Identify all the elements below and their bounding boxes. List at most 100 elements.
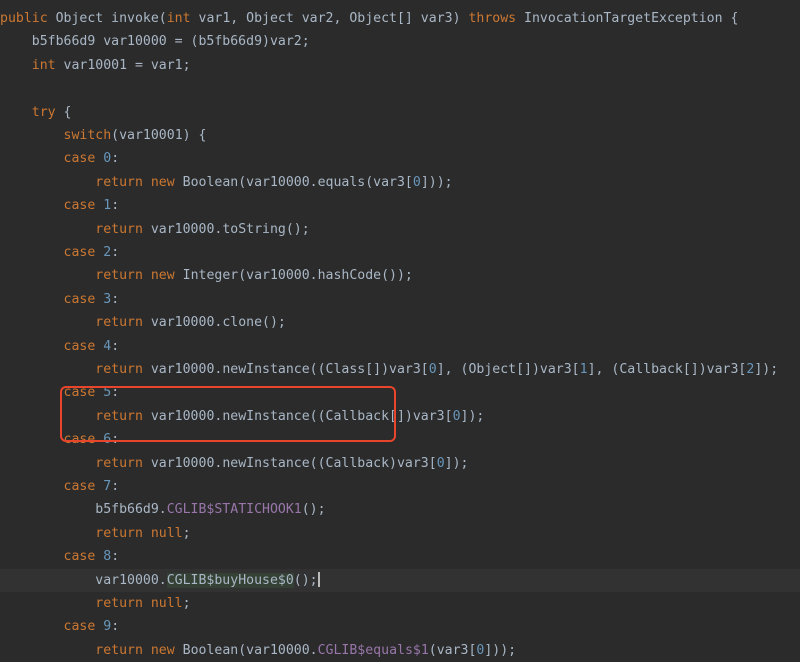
code-token: return null xyxy=(95,596,183,611)
code-token: return xyxy=(95,221,143,237)
code-token: 4 xyxy=(103,338,112,354)
code-token: case xyxy=(63,549,96,565)
code-token: return xyxy=(95,455,143,471)
code-token: ]); xyxy=(754,362,779,377)
code-token: 0 xyxy=(452,408,461,424)
code-line[interactable]: return null; xyxy=(0,522,800,545)
code-line[interactable]: b5fb66d9 var10000 = (b5fb66d9)var2; xyxy=(0,30,800,53)
code-line[interactable]: b5fb66d9.CGLIB$STATICHOOK1(); xyxy=(0,498,800,521)
code-line[interactable]: case 9: xyxy=(0,615,800,638)
code-token: case xyxy=(63,479,96,494)
code-line[interactable]: switch(var10001) { xyxy=(0,124,800,147)
code-token: 0 xyxy=(476,642,485,658)
code-token: switch xyxy=(63,128,112,143)
code-line[interactable]: public Object invoke(int var1, Object va… xyxy=(0,7,800,30)
code-line[interactable]: int var10001 = var1; xyxy=(0,54,800,77)
code-token: case xyxy=(63,291,96,307)
code-token: CGLIB$equals$1 xyxy=(317,642,429,658)
code-line[interactable]: return new Boolean(var10000.equals(var3[… xyxy=(0,171,800,194)
code-token: 1 xyxy=(579,362,588,377)
code-token: : xyxy=(111,198,120,214)
code-line[interactable]: return var10000.toString(); xyxy=(0,218,800,241)
code-token: int xyxy=(166,11,191,26)
code-token: 0 xyxy=(436,455,445,471)
code-token: return new xyxy=(95,642,175,658)
code-token: ]); xyxy=(460,408,485,424)
annotation-highlight-box xyxy=(60,386,396,442)
code-token: ; xyxy=(182,596,191,611)
code-line[interactable]: return var10000.clone(); xyxy=(0,311,800,334)
code-line[interactable]: case 3: xyxy=(0,288,800,311)
code-token: return new xyxy=(95,174,175,190)
code-token: 2 xyxy=(103,245,112,260)
code-line[interactable]: return new Integer(var10000.hashCode()); xyxy=(0,264,800,287)
text-caret xyxy=(317,572,320,588)
code-token: (var3[ xyxy=(428,642,477,658)
code-token: var10000.toString(); xyxy=(142,221,310,237)
code-token: { xyxy=(55,104,72,120)
code-token: ])); xyxy=(420,174,453,190)
code-token: 0 xyxy=(428,362,437,377)
code-token: : xyxy=(111,479,120,494)
code-line[interactable]: return var10000.newInstance((Callback)va… xyxy=(0,452,800,475)
code-token: : xyxy=(111,245,120,260)
code-line[interactable]: case 8: xyxy=(0,545,800,568)
code-token: public xyxy=(0,11,48,26)
code-token: Object invoke( xyxy=(47,11,167,26)
code-line[interactable]: case 1: xyxy=(0,194,800,217)
code-token: var10000.newInstance((Callback)var3[ xyxy=(142,455,437,471)
code-line[interactable]: case 0: xyxy=(0,147,800,170)
highlighted-method-reference: CGLIB$buyHouse$0 xyxy=(166,572,294,588)
code-line[interactable]: case 2: xyxy=(0,241,800,264)
code-token: ; xyxy=(182,525,191,541)
code-token: var10001 = var1; xyxy=(55,57,191,73)
code-token: Integer(var10000.hashCode()); xyxy=(174,268,413,284)
code-line[interactable]: case 4: xyxy=(0,335,800,358)
code-token: Boolean(var10000. xyxy=(174,642,318,658)
code-token: case xyxy=(63,245,96,260)
code-token: Boolean(var10000.equals(var3[ xyxy=(174,174,413,190)
code-line[interactable]: case 7: xyxy=(0,475,800,498)
code-token: return null xyxy=(95,525,183,541)
code-token: case xyxy=(63,619,96,635)
code-token: 9 xyxy=(103,619,112,635)
code-line[interactable]: try { xyxy=(0,101,800,124)
code-token: 3 xyxy=(103,291,112,307)
code-line[interactable]: var10000.CGLIB$buyHouse$0(); xyxy=(0,568,800,592)
code-editor[interactable]: public Object invoke(int var1, Object va… xyxy=(0,0,800,658)
code-token: return new xyxy=(95,268,175,284)
code-line[interactable] xyxy=(0,77,800,100)
code-token: ], (Callback[])var3[ xyxy=(587,362,747,377)
code-token: case xyxy=(63,151,96,167)
code-token: b5fb66d9. xyxy=(0,502,167,518)
code-token: InvocationTargetException { xyxy=(516,11,739,26)
code-line[interactable]: return new Boolean(var10000.CGLIB$equals… xyxy=(0,639,800,662)
code-token: : xyxy=(111,549,120,565)
code-line[interactable]: return var10000.newInstance((Class[])var… xyxy=(0,358,800,381)
code-token: var10000.newInstance((Class[])var3[ xyxy=(142,362,429,377)
code-token: (var10001) { xyxy=(111,128,207,143)
code-token: b5fb66d9 var10000 = (b5fb66d9)var2; xyxy=(0,34,310,50)
code-token: 1 xyxy=(103,198,112,214)
code-line[interactable]: return null; xyxy=(0,592,800,615)
